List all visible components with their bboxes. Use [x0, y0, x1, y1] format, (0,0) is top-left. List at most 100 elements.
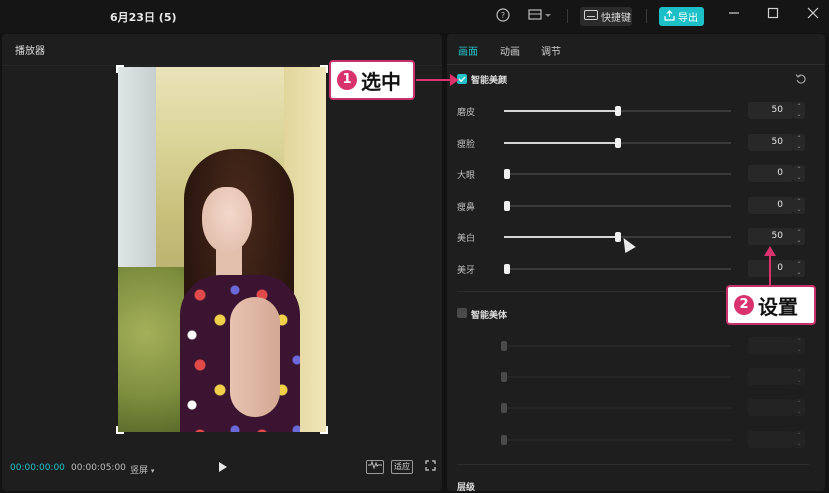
slider-value-input[interactable]: 0	[748, 197, 793, 214]
slider-value-stepper[interactable]: ⌃ ⌄	[793, 197, 805, 214]
body-slider-thumb	[501, 403, 507, 413]
body-value-input	[748, 431, 793, 448]
duration-timecode: 00:00:05:00	[71, 463, 126, 473]
crop-handle-bottom-right[interactable]	[320, 426, 328, 434]
slider-value-input[interactable]: 50	[748, 228, 793, 245]
body-slider-thumb	[501, 341, 507, 351]
crop-handle-top-left[interactable]	[116, 65, 124, 73]
project-title: 6月23日 (5)	[110, 11, 177, 24]
smart-beauty-label: 智能美颜	[471, 76, 508, 86]
slider-thumb[interactable]	[504, 201, 510, 211]
body-slider-thumb	[501, 372, 507, 382]
slider-label: 美牙	[457, 266, 476, 276]
crop-handle-top-right[interactable]	[320, 65, 328, 73]
body-value-stepper: ⌃ ⌄	[793, 368, 805, 385]
maximize-icon[interactable]	[764, 7, 782, 25]
body-value-input	[748, 337, 793, 354]
body-value-input	[748, 399, 793, 416]
player-panel: 播放器 00:00:00:00 00:00:05:00 竖屏 ▾ 适应	[2, 34, 442, 491]
slider-label: 瘦脸	[457, 140, 476, 150]
step-number-badge: 2	[734, 295, 754, 315]
slider-value-stepper[interactable]: ⌃ ⌄	[793, 134, 805, 151]
smart-body-checkbox[interactable]	[457, 308, 467, 318]
video-preview[interactable]	[118, 67, 326, 432]
slider-fill	[504, 142, 618, 144]
body-value-stepper: ⌃ ⌄	[793, 399, 805, 416]
crop-handle-bottom-left[interactable]	[116, 426, 124, 434]
export-icon	[664, 9, 675, 24]
export-button[interactable]: 导出	[659, 7, 704, 26]
slider-value-input[interactable]: 0	[748, 165, 793, 182]
slider-fill	[504, 110, 618, 112]
fullscreen-icon[interactable]	[425, 460, 437, 474]
body-slider-track	[501, 341, 731, 351]
slider-fill	[504, 236, 618, 238]
slider-thumb[interactable]	[614, 138, 621, 148]
slider-track[interactable]	[504, 169, 731, 179]
ratio-label: 竖屏	[130, 466, 149, 476]
tab-adjust[interactable]: 调节	[541, 43, 561, 58]
annotation-arrow	[764, 246, 776, 286]
slider-track[interactable]	[504, 232, 731, 242]
fit-button[interactable]: 适应	[391, 460, 413, 474]
annotation-step-1: 1 选中	[329, 60, 415, 100]
slider-track[interactable]	[504, 201, 731, 211]
slider-value-input[interactable]: 50	[748, 102, 793, 119]
current-timecode: 00:00:00:00	[10, 463, 65, 473]
preview-subject-arm	[230, 297, 280, 417]
body-slider-track	[501, 372, 731, 382]
slider-track[interactable]	[504, 138, 731, 148]
step-number-badge: 1	[337, 70, 357, 90]
player-title: 播放器	[15, 46, 45, 57]
smart-body-label: 智能美体	[471, 311, 508, 321]
preview-subject-face	[202, 187, 252, 253]
body-slider-thumb	[501, 435, 507, 445]
waveform-icon[interactable]	[366, 460, 384, 474]
slider-label: 大眼	[457, 171, 476, 181]
help-circle-icon[interactable]: ?	[495, 8, 511, 24]
inspector-tabs: 画面 动画 调节	[447, 34, 825, 65]
slider-label: 瘦鼻	[457, 203, 476, 213]
slider-label: 美白	[457, 234, 476, 244]
slider-track[interactable]	[504, 264, 731, 274]
body-value-stepper: ⌃ ⌄	[793, 337, 805, 354]
chevron-down-icon: ▾	[150, 467, 155, 475]
tab-animation[interactable]: 动画	[500, 43, 520, 58]
slider-value-input[interactable]: 50	[748, 134, 793, 151]
close-icon[interactable]	[804, 7, 822, 25]
preview-background-plants	[118, 267, 188, 432]
slider-value-stepper[interactable]: ⌃ ⌄	[793, 228, 805, 245]
annotation-text: 设置	[758, 294, 798, 319]
annotation-arrow	[416, 74, 459, 86]
ratio-dropdown[interactable]: 竖屏 ▾	[130, 463, 154, 476]
minimize-icon[interactable]	[725, 7, 743, 25]
slider-thumb[interactable]	[504, 264, 510, 274]
tab-picture[interactable]: 画面	[458, 43, 478, 58]
slider-thumb[interactable]	[504, 169, 510, 179]
reset-icon[interactable]	[795, 73, 807, 88]
play-icon[interactable]	[218, 461, 230, 475]
shortcut-label: 快捷键	[601, 13, 631, 24]
toolbar-divider	[646, 9, 647, 23]
slider-value-stepper[interactable]: ⌃ ⌄	[793, 165, 805, 182]
shortcut-button[interactable]: 快捷键	[580, 7, 632, 26]
export-label: 导出	[678, 13, 698, 24]
slider-label: 磨皮	[457, 108, 476, 118]
body-slider-track	[501, 403, 731, 413]
toolbar-divider	[567, 9, 568, 23]
slider-thumb[interactable]	[614, 106, 621, 116]
layer-label: 层级	[457, 483, 476, 493]
body-value-input	[748, 368, 793, 385]
slider-value-stepper[interactable]: ⌃ ⌄	[793, 102, 805, 119]
section-divider	[457, 464, 809, 465]
title-bar: 6月23日 (5) ? 快捷键 导出	[0, 0, 829, 33]
annotation-text: 选中	[361, 69, 401, 94]
keyboard-icon	[584, 10, 598, 23]
slider-track[interactable]	[504, 106, 731, 116]
layout-icon[interactable]	[528, 8, 552, 24]
body-slider-track	[501, 435, 731, 445]
svg-text:?: ?	[501, 11, 505, 20]
annotation-step-2: 2 设置	[726, 285, 816, 325]
slider-value-stepper[interactable]: ⌃ ⌄	[793, 260, 805, 277]
body-value-stepper: ⌃ ⌄	[793, 431, 805, 448]
